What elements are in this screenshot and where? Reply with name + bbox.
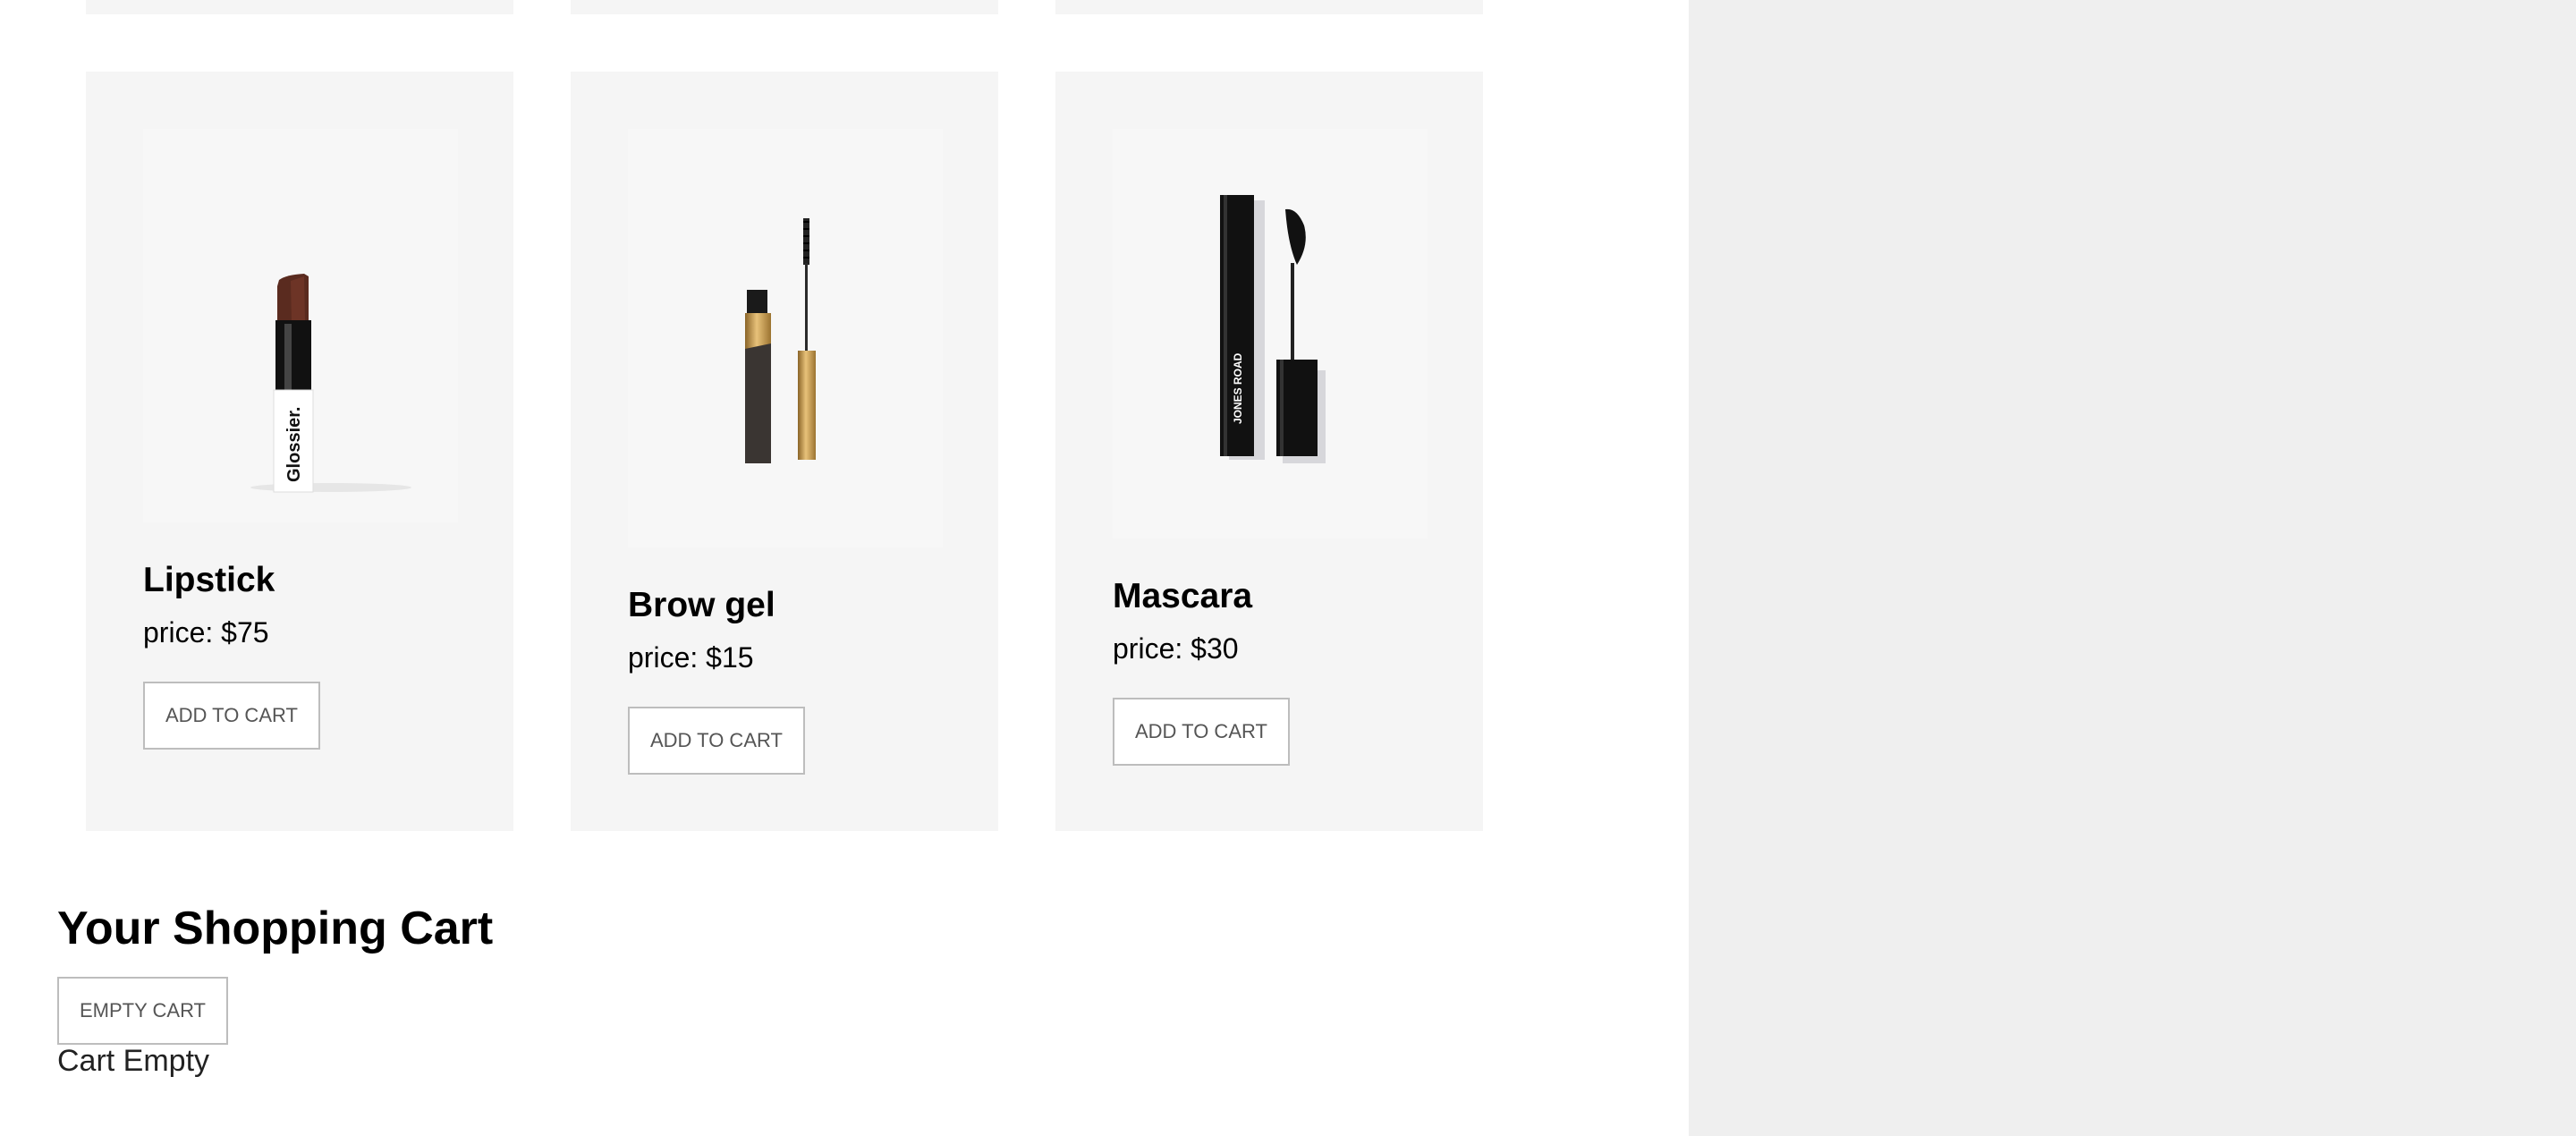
empty-cart-button[interactable]: EMPTY CART	[57, 977, 228, 1045]
add-to-cart-button[interactable]: ADD TO CART	[143, 682, 320, 750]
product-image-brow-gel	[628, 129, 943, 547]
product-price: price: $30	[1113, 632, 1239, 665]
cart-status: Cart Empty	[57, 1044, 210, 1078]
product-card-brow-gel: Brow gel price: $15 ADD TO CART	[571, 72, 998, 831]
product-name: Mascara	[1113, 577, 1253, 615]
add-to-cart-button[interactable]: ADD TO CART	[628, 707, 805, 775]
product-name: Lipstick	[143, 561, 275, 599]
brand-label: Glossier.	[284, 407, 304, 483]
product-name: Brow gel	[628, 586, 775, 624]
add-to-cart-button[interactable]: ADD TO CART	[1113, 698, 1290, 766]
product-price: price: $75	[143, 616, 269, 649]
brand-label: JONES ROAD	[1232, 352, 1244, 424]
product-image-lipstick: Glossier.	[143, 129, 458, 522]
brow-gel-image	[745, 218, 816, 463]
lipstick-image: Glossier.	[250, 274, 411, 493]
product-card-mascara: JONES ROAD Mascara price: $30 ADD TO CAR…	[1055, 72, 1483, 831]
product-image-mascara: JONES ROAD	[1113, 129, 1428, 538]
side-panel	[1689, 0, 2576, 1136]
cart-title: Your Shopping Cart	[57, 903, 494, 954]
product-card-partial	[571, 0, 998, 14]
product-card-partial	[1055, 0, 1483, 14]
mascara-image: JONES ROAD	[1220, 195, 1326, 463]
product-card-partial	[86, 0, 513, 14]
product-price: price: $15	[628, 641, 754, 674]
product-card-lipstick: Glossier. Lipstick price: $75 ADD TO CAR…	[86, 72, 513, 831]
